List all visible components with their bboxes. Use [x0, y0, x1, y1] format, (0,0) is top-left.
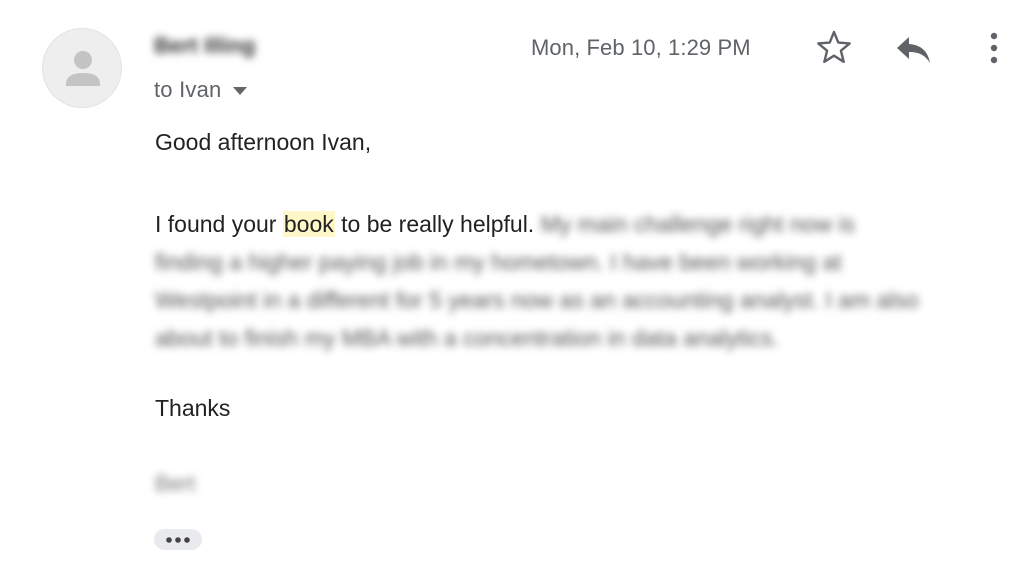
email-greeting: Good afternoon Ivan, [155, 129, 372, 155]
blurred-text: My main challenge right now is [534, 211, 856, 237]
email-signature: Bert [155, 471, 196, 496]
paragraph-text-start: I found your [155, 211, 283, 237]
more-vert-icon [990, 32, 998, 64]
reply-icon [897, 37, 930, 63]
reply-button[interactable] [893, 30, 935, 68]
recipient-prefix: to [154, 77, 173, 102]
star-outline-icon [817, 30, 851, 63]
more-horiz-icon [166, 536, 190, 543]
blurred-line: finding a higher paying job in my hometo… [155, 249, 842, 275]
more-options-button[interactable] [983, 28, 1005, 68]
star-button[interactable] [814, 28, 854, 68]
message-date: Mon, Feb 10, 1:29 PM [531, 35, 751, 60]
person-placeholder-icon [66, 51, 100, 86]
blurred-line: about to finish my MBA with a concentrat… [155, 325, 779, 351]
sender-avatar[interactable] [42, 28, 122, 108]
recipient-details-toggle[interactable]: to Ivan [154, 76, 248, 104]
sender-name[interactable]: Bert Illing [154, 33, 255, 59]
email-closing: Thanks [155, 395, 231, 421]
paragraph-text-end: to be really helpful. [334, 211, 535, 237]
highlighted-term: book [282, 211, 335, 237]
show-trimmed-content-button[interactable] [154, 529, 202, 550]
chevron-down-icon [233, 87, 248, 95]
recipient-name: Ivan [179, 77, 222, 102]
email-paragraph: I found your book to be really helpful. … [155, 205, 1015, 357]
blurred-line: Westpoint in a different for 5 years now… [155, 287, 919, 313]
recipient-line: to Ivan [154, 77, 221, 103]
